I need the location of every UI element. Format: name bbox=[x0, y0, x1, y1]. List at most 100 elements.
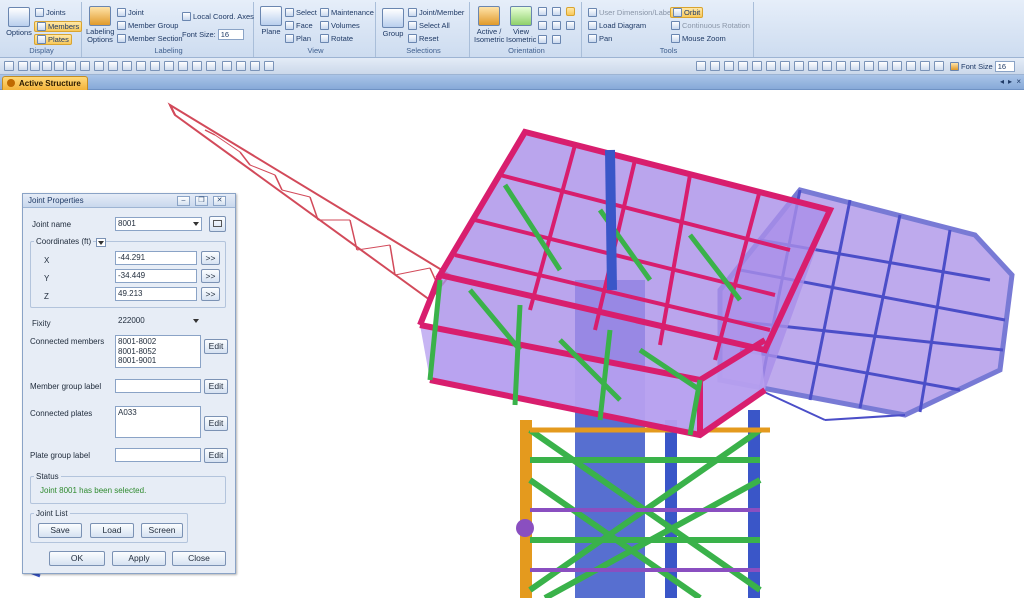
toolbar-button-3[interactable] bbox=[30, 61, 40, 71]
toolbar-button-9[interactable] bbox=[108, 61, 118, 71]
view-plan-button[interactable]: Plan bbox=[285, 34, 311, 43]
toolbar-view-button-17[interactable] bbox=[920, 61, 930, 71]
toolbar-view-button-10[interactable] bbox=[822, 61, 832, 71]
mouse-zoom-button[interactable]: Mouse Zoom bbox=[671, 34, 726, 43]
toolbar-button-10[interactable] bbox=[122, 61, 132, 71]
toolbar-button-8[interactable] bbox=[94, 61, 104, 71]
active-isometric-button[interactable]: Active / Isometric bbox=[474, 6, 504, 44]
orient-right-icon[interactable] bbox=[538, 21, 547, 30]
orient-iso1-icon[interactable] bbox=[538, 35, 547, 44]
y-pick-button[interactable]: >> bbox=[201, 269, 220, 283]
close-window-button[interactable]: ✕ bbox=[213, 196, 226, 206]
joint-member-button[interactable]: Joint/Member bbox=[408, 8, 464, 17]
toolbar-button-17[interactable] bbox=[222, 61, 232, 71]
list-item[interactable]: A033 bbox=[118, 408, 198, 418]
toolbar-view-button-1[interactable] bbox=[696, 61, 706, 71]
toolbar-button-19[interactable] bbox=[250, 61, 260, 71]
options-button[interactable]: Options bbox=[5, 7, 33, 37]
toolbar-view-button-9[interactable] bbox=[808, 61, 818, 71]
toolbar-view-button-16[interactable] bbox=[906, 61, 916, 71]
toolbar-view-button-6[interactable] bbox=[766, 61, 776, 71]
fixity-select[interactable]: 222000 bbox=[115, 314, 202, 328]
select-all-button[interactable]: Select All bbox=[408, 21, 450, 30]
connected-plates-list[interactable]: A033 bbox=[115, 406, 201, 438]
save-button[interactable]: Save bbox=[38, 523, 82, 538]
load-button[interactable]: Load bbox=[90, 523, 134, 538]
joints-toggle[interactable]: Joints bbox=[35, 8, 66, 17]
orient-top-icon[interactable] bbox=[552, 21, 561, 30]
edit-plates-button[interactable]: Edit bbox=[204, 416, 228, 431]
toolbar-view-button-13[interactable] bbox=[864, 61, 874, 71]
tab-close-icon[interactable]: × bbox=[1016, 77, 1021, 86]
toolbar-view-button-3[interactable] bbox=[724, 61, 734, 71]
toolbar-button-12[interactable] bbox=[150, 61, 160, 71]
toolbar-button-15[interactable] bbox=[192, 61, 202, 71]
toolbar-button-4[interactable] bbox=[42, 61, 52, 71]
toolbar-view-button-4[interactable] bbox=[738, 61, 748, 71]
tab-active-structure[interactable]: Active Structure bbox=[2, 76, 88, 90]
label-joint-toggle[interactable]: Joint bbox=[117, 8, 144, 17]
x-input[interactable]: -44.291 bbox=[115, 251, 197, 265]
orient-bottom-icon[interactable] bbox=[566, 21, 575, 30]
edit-member-group-button[interactable]: Edit bbox=[204, 379, 228, 394]
plane-button[interactable]: Plane bbox=[258, 6, 284, 36]
ok-button[interactable]: OK bbox=[49, 551, 105, 566]
view-isometric-button[interactable]: View Isometric bbox=[506, 6, 536, 44]
view-volumes-button[interactable]: Volumes bbox=[320, 21, 360, 30]
view-maintenance-button[interactable]: Maintenance bbox=[320, 8, 374, 17]
restore-button[interactable]: ❐ bbox=[195, 196, 208, 206]
toolbar-button-13[interactable] bbox=[164, 61, 174, 71]
connected-members-list[interactable]: 8001-8002 8001-8052 8001-9001 bbox=[115, 335, 201, 368]
toolbar-button-5[interactable] bbox=[54, 61, 64, 71]
plates-toggle[interactable]: Plates bbox=[34, 34, 72, 45]
toolbar-view-button-7[interactable] bbox=[780, 61, 790, 71]
view-rotate-button[interactable]: Rotate bbox=[320, 34, 353, 43]
view-select-button[interactable]: Select bbox=[285, 8, 317, 17]
toolbar-button-7[interactable] bbox=[80, 61, 90, 71]
orient-left-icon[interactable] bbox=[566, 7, 575, 16]
plate-group-input[interactable] bbox=[115, 448, 201, 462]
labeling-font-size-input[interactable]: 16 bbox=[217, 29, 244, 40]
edit-plate-group-button[interactable]: Edit bbox=[204, 448, 228, 463]
toolbar-view-button-8[interactable] bbox=[794, 61, 804, 71]
local-axes-toggle[interactable]: Local Coord. Axes bbox=[182, 12, 254, 21]
toolbar-button-20[interactable] bbox=[264, 61, 274, 71]
reset-button[interactable]: Reset bbox=[408, 34, 439, 43]
tab-scroll-left-icon[interactable]: ◂ bbox=[1000, 77, 1004, 86]
list-item[interactable]: 8001-9001 bbox=[118, 356, 198, 366]
member-group-input[interactable] bbox=[115, 379, 201, 393]
toolbar-view-button-5[interactable] bbox=[752, 61, 762, 71]
label-member-group-toggle[interactable]: Member Group bbox=[117, 21, 178, 30]
apply-button[interactable]: Apply bbox=[112, 551, 166, 566]
toolbar-view-button-14[interactable] bbox=[878, 61, 888, 71]
continuous-rotation-button[interactable]: Continuous Rotation bbox=[671, 21, 750, 30]
toolbar-font-size-input[interactable]: 16 bbox=[994, 61, 1015, 72]
toolbar-button-18[interactable] bbox=[236, 61, 246, 71]
screen-button[interactable]: Screen bbox=[141, 523, 183, 538]
edit-members-button[interactable]: Edit bbox=[204, 339, 228, 354]
pan-button[interactable]: Pan bbox=[588, 34, 612, 43]
list-item[interactable]: 8001-8052 bbox=[118, 347, 198, 357]
toolbar-button-2[interactable] bbox=[18, 61, 28, 71]
toolbar-view-button-15[interactable] bbox=[892, 61, 902, 71]
orient-back-icon[interactable] bbox=[552, 7, 561, 16]
toolbar-view-button-12[interactable] bbox=[850, 61, 860, 71]
z-input[interactable]: 49.213 bbox=[115, 287, 197, 301]
units-dropdown[interactable] bbox=[96, 238, 106, 247]
toolbar-button-6[interactable] bbox=[66, 61, 76, 71]
view-face-button[interactable]: Face bbox=[285, 21, 313, 30]
z-pick-button[interactable]: >> bbox=[201, 287, 220, 301]
toolbar-view-button-11[interactable] bbox=[836, 61, 846, 71]
toolbar-button-14[interactable] bbox=[178, 61, 188, 71]
x-pick-button[interactable]: >> bbox=[201, 251, 220, 265]
labeling-options-button[interactable]: Labeling Options bbox=[86, 6, 114, 44]
toolbar-button-11[interactable] bbox=[136, 61, 146, 71]
y-input[interactable]: -34.449 bbox=[115, 269, 197, 283]
user-dimension-button[interactable]: User Dimension/Label bbox=[588, 8, 673, 17]
orient-iso2-icon[interactable] bbox=[552, 35, 561, 44]
joint-list-button[interactable] bbox=[209, 216, 226, 232]
load-diagram-button[interactable]: Load Diagram bbox=[588, 21, 646, 30]
members-toggle[interactable]: Members bbox=[34, 21, 83, 32]
label-member-section-toggle[interactable]: Member Section bbox=[117, 34, 183, 43]
orient-front-icon[interactable] bbox=[538, 7, 547, 16]
